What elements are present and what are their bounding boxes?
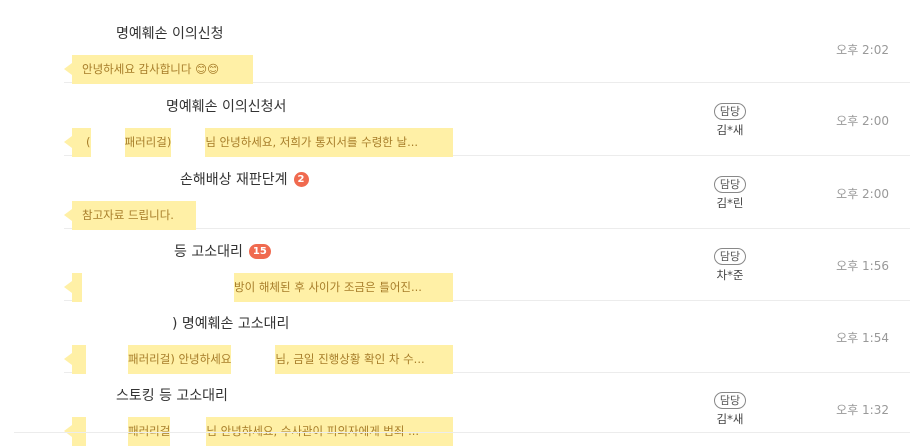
room-title: 스토킹 등 고소대리 — [116, 385, 228, 405]
chat-room-item[interactable]: 명예훼손 이의신청서 (패러리걸) 님 안녕하세요, 저희가 통지서를 수령한 날… — [64, 84, 910, 157]
room-title: 등 고소대리 15 — [174, 241, 271, 261]
manager-tag: 담당 — [713, 392, 747, 409]
last-message-preview: 안녕하세요 감사합니다 😊😊 — [72, 55, 253, 84]
preview-text-c: 방이 해체된 후 사이가 조금은 틀어진... — [234, 280, 422, 294]
bubble-tail — [64, 209, 72, 221]
list-divider — [14, 432, 910, 433]
room-title-text: 스토킹 등 고소대리 — [116, 388, 228, 404]
room-title-text: 손해배상 재판단계 — [180, 172, 288, 188]
manager-name: 김*린 — [716, 196, 744, 210]
redacted-block — [90, 128, 125, 157]
bubble-tail — [64, 425, 72, 437]
unread-count-badge: 15 — [248, 243, 271, 259]
chat-room-item[interactable]: 명예훼손 이의신청 안녕하세요 감사합니다 😊😊 오후 2:02 — [64, 11, 910, 84]
chat-room-item[interactable]: 스토킹 등 고소대리 패러리걸 님 안녕하세요, 수사관이 피의자에게 범죄 ..… — [64, 373, 910, 446]
last-message-preview: 방이 해체된 후 사이가 조금은 틀어진... — [72, 273, 453, 302]
manager-info: 담당 김*새 — [708, 100, 752, 138]
chat-room-item[interactable]: ) 명예훼손 고소대리 패러리걸) 안녕하세요 님, 금일 진행상황 확인 차 수… — [64, 301, 910, 374]
room-title-text: ) 명예훼손 고소대리 — [172, 316, 290, 332]
bubble-tail — [64, 63, 72, 75]
message-time: 오후 2:00 — [836, 114, 889, 128]
room-title: 명예훼손 이의신청 — [116, 23, 224, 43]
manager-name: 차*준 — [716, 268, 744, 282]
chat-room-item[interactable]: 등 고소대리 15 방이 해체된 후 사이가 조금은 틀어진... 담당 차*준… — [64, 229, 910, 302]
chat-room-list: 명예훼손 이의신청 안녕하세요 감사합니다 😊😊 오후 2:02 명예훼손 이의… — [0, 0, 924, 446]
preview-text-b: 패러리걸) 안녕하세요 — [128, 352, 232, 366]
manager-tag: 담당 — [713, 248, 747, 265]
bubble-tail — [64, 136, 72, 148]
room-title: 명예훼손 이의신청서 — [166, 96, 286, 116]
bubble-tail — [64, 353, 72, 365]
room-title: 손해배상 재판단계 2 — [180, 169, 309, 189]
room-title-text: 명예훼손 이의신청 — [116, 26, 224, 42]
preview-text-c: 님 안녕하세요, 저희가 통지서를 수령한 날... — [205, 135, 419, 149]
preview-text: 안녕하세요 감사합니다 😊😊 — [82, 62, 220, 76]
redacted-block — [82, 273, 234, 302]
redacted-block — [231, 345, 276, 374]
bubble-tail — [64, 281, 72, 293]
message-time: 오후 1:56 — [836, 259, 889, 273]
manager-tag: 담당 — [713, 103, 747, 120]
redacted-block — [171, 128, 206, 157]
chat-room-item[interactable]: 손해배상 재판단계 2 참고자료 드립니다. 담당 김*린 오후 2:00 — [64, 157, 910, 230]
manager-name: 김*새 — [716, 123, 744, 137]
message-time: 오후 1:32 — [836, 403, 889, 417]
manager-tag: 담당 — [713, 176, 747, 193]
room-title: ) 명예훼손 고소대리 — [172, 313, 289, 333]
message-time: 오후 2:00 — [836, 187, 889, 201]
manager-info: 담당 차*준 — [708, 245, 752, 283]
message-time: 오후 1:54 — [836, 331, 889, 345]
last-message-preview: (패러리걸) 님 안녕하세요, 저희가 통지서를 수령한 날... — [72, 128, 453, 157]
preview-text-c: 님, 금일 진행상황 확인 차 수... — [275, 352, 425, 366]
manager-info: 담당 김*린 — [708, 173, 752, 211]
message-time: 오후 2:02 — [836, 43, 889, 57]
room-title-text: 명예훼손 이의신청서 — [166, 99, 287, 115]
redacted-block — [86, 345, 128, 374]
manager-name: 김*새 — [716, 412, 744, 426]
unread-count-badge: 2 — [293, 171, 309, 187]
last-message-preview: 참고자료 드립니다. — [72, 201, 196, 230]
preview-text: 참고자료 드립니다. — [82, 208, 174, 222]
manager-info: 담당 김*새 — [708, 389, 752, 427]
last-message-preview: 패러리걸) 안녕하세요 님, 금일 진행상황 확인 차 수... — [72, 345, 453, 374]
room-title-text: 등 고소대리 — [174, 244, 243, 260]
preview-text-b: 패러리걸) — [124, 135, 172, 149]
